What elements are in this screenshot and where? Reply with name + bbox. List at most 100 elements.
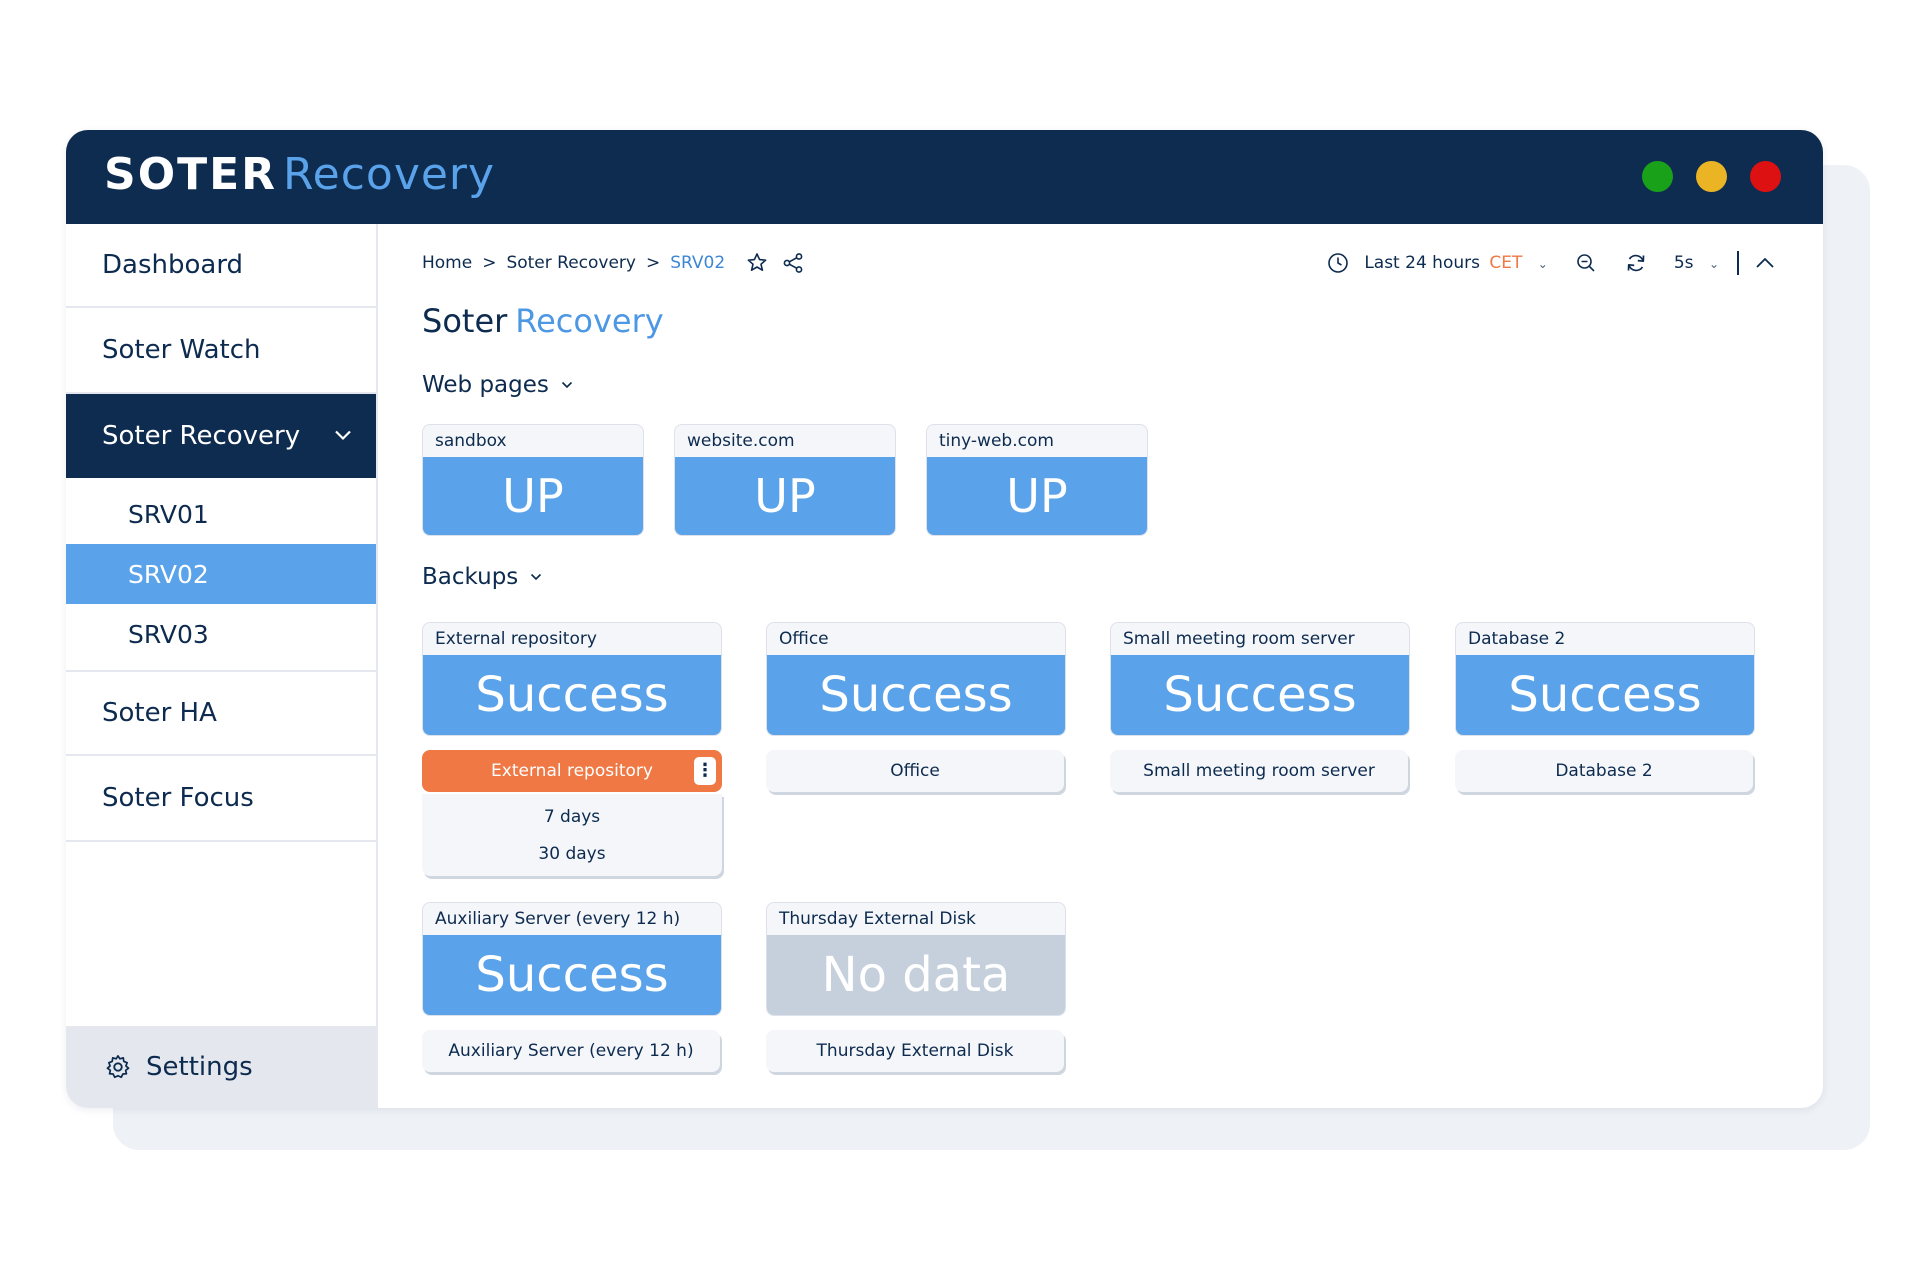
backup-button-office[interactable]: Office: [766, 750, 1064, 792]
sidebar: Dashboard Soter Watch Soter Recovery SRV…: [66, 224, 378, 1108]
share-icon[interactable]: [781, 251, 805, 275]
panel-title: Thursday External Disk: [779, 909, 976, 929]
panel-title: External repository: [435, 629, 597, 649]
panel-status: UP: [423, 457, 643, 535]
clock-icon: [1328, 253, 1349, 273]
panel-status: Success: [767, 655, 1065, 735]
time-range-label: Last 24 hours: [1364, 253, 1480, 273]
breadcrumb-soter-recovery[interactable]: Soter Recovery: [506, 253, 636, 273]
sidebar-item-dashboard[interactable]: Dashboard: [66, 224, 376, 308]
kebab-menu-icon[interactable]: ⋮: [694, 757, 716, 785]
web-panel-tiny-web[interactable]: tiny-web.com UP: [926, 424, 1148, 536]
breadcrumb-separator: >: [646, 253, 661, 273]
backup-button-label: Auxiliary Server (every 12 h): [448, 1041, 694, 1061]
sidebar-subitem-label: SRV02: [128, 559, 209, 589]
refresh-interval-label: 5s: [1673, 253, 1694, 273]
chevron-down-icon: ⌄: [1537, 257, 1548, 271]
brand-logo: SOTER Recovery: [104, 146, 495, 204]
chevron-down-icon: [561, 378, 573, 393]
panel-status: Success: [1111, 655, 1409, 735]
sidebar-subitem-label: SRV01: [128, 499, 209, 529]
panel-status: Success: [423, 655, 721, 735]
backup-panel-database-2[interactable]: Database 2 Success: [1455, 622, 1755, 736]
sidebar-item-label: Soter Watch: [102, 335, 261, 365]
section-backups[interactable]: Backups: [422, 564, 542, 590]
panel-status: Success: [1456, 655, 1754, 735]
toolbar-divider: [1737, 251, 1739, 275]
sidebar-item-soter-recovery[interactable]: Soter Recovery: [66, 394, 376, 478]
sidebar-item-soter-watch[interactable]: Soter Watch: [66, 308, 376, 394]
app-header: SOTER Recovery: [66, 130, 1823, 224]
panel-status: UP: [927, 457, 1147, 535]
brand-strong: SOTER: [104, 149, 278, 200]
settings-label: Settings: [146, 1052, 253, 1082]
panel-status: No data: [767, 935, 1065, 1015]
retention-dropdown: 7 days 30 days: [422, 794, 722, 876]
sidebar-subitem-srv02[interactable]: SRV02: [66, 544, 376, 604]
chevron-down-icon: [530, 570, 542, 585]
dropdown-option-30-days[interactable]: 30 days: [422, 835, 722, 872]
panel-title: website.com: [687, 431, 795, 451]
page-title-main: Soter: [422, 302, 508, 340]
panel-title: sandbox: [435, 431, 507, 451]
main-content: Home > Soter Recovery > SRV02 Last 24 ho…: [378, 224, 1823, 1108]
sidebar-subitem-srv01[interactable]: SRV01: [66, 484, 376, 544]
sidebar-item-label: Dashboard: [102, 250, 244, 280]
red-dot[interactable]: [1750, 161, 1781, 192]
backup-panel-thursday-external-disk[interactable]: Thursday External Disk No data: [766, 902, 1066, 1016]
backup-button-label: External repository: [491, 761, 653, 781]
sidebar-item-label: Soter HA: [102, 698, 217, 728]
backup-button-label: Small meeting room server: [1143, 761, 1375, 781]
backup-button-auxiliary-server[interactable]: Auxiliary Server (every 12 h): [422, 1030, 720, 1072]
breadcrumb-current: SRV02: [670, 253, 726, 273]
yellow-dot[interactable]: [1696, 161, 1727, 192]
sidebar-item-label: Soter Focus: [102, 783, 254, 813]
chevron-down-icon: ⌄: [1708, 257, 1719, 271]
gear-icon: [106, 1055, 130, 1079]
sidebar-subitem-label: SRV03: [128, 619, 209, 649]
chevron-down-icon: [334, 426, 352, 447]
section-title-label: Backups: [422, 564, 519, 590]
web-panel-sandbox[interactable]: sandbox UP: [422, 424, 644, 536]
backup-panel-external-repository[interactable]: External repository Success: [422, 622, 722, 736]
page-title: Soter Recovery: [422, 300, 664, 342]
backup-panel-office[interactable]: Office Success: [766, 622, 1066, 736]
panel-status: Success: [423, 935, 721, 1015]
toolbar: Last 24 hours CET ⌄ 5s ⌄: [1326, 248, 1777, 278]
backup-button-thursday-external-disk[interactable]: Thursday External Disk: [766, 1030, 1064, 1072]
panel-title: Office: [779, 629, 829, 649]
sidebar-item-label: Soter Recovery: [102, 421, 301, 451]
backup-panel-small-meeting-room[interactable]: Small meeting room server Success: [1110, 622, 1410, 736]
dropdown-option-7-days[interactable]: 7 days: [422, 798, 722, 835]
panel-status: UP: [675, 457, 895, 535]
section-title-label: Web pages: [422, 372, 549, 398]
backup-button-external-repository[interactable]: External repository ⋮: [422, 750, 722, 792]
panel-title: tiny-web.com: [939, 431, 1054, 451]
panel-title: Auxiliary Server (every 12 h): [435, 909, 681, 929]
settings-button[interactable]: Settings: [66, 1026, 376, 1108]
panel-title: Database 2: [1468, 629, 1566, 649]
web-panel-website[interactable]: website.com UP: [674, 424, 896, 536]
backup-button-database-2[interactable]: Database 2: [1455, 750, 1753, 792]
star-icon[interactable]: [745, 251, 769, 275]
time-range-picker[interactable]: Last 24 hours CET ⌄: [1364, 253, 1548, 273]
chevron-up-icon[interactable]: [1753, 251, 1777, 275]
refresh-interval-picker[interactable]: 5s ⌄: [1674, 253, 1719, 273]
app-window: SOTER Recovery Dashboard Soter Watch Sote…: [66, 130, 1823, 1108]
backup-button-label: Office: [890, 761, 940, 781]
breadcrumb-home[interactable]: Home: [422, 253, 472, 273]
sidebar-subitem-srv03[interactable]: SRV03: [66, 604, 376, 664]
backup-panel-auxiliary-server[interactable]: Auxiliary Server (every 12 h) Success: [422, 902, 722, 1016]
backup-button-label: Thursday External Disk: [816, 1041, 1014, 1061]
zoom-out-icon[interactable]: [1574, 251, 1598, 275]
green-dot[interactable]: [1642, 161, 1673, 192]
section-web-pages[interactable]: Web pages: [422, 372, 573, 398]
sidebar-item-soter-focus[interactable]: Soter Focus: [66, 756, 376, 842]
backup-button-label: Database 2: [1555, 761, 1653, 781]
panel-title: Small meeting room server: [1123, 629, 1355, 649]
backup-button-small-meeting-room[interactable]: Small meeting room server: [1110, 750, 1408, 792]
page-title-accent: Recovery: [515, 302, 664, 340]
brand-light: Recovery: [283, 149, 496, 200]
sidebar-item-soter-ha[interactable]: Soter HA: [66, 672, 376, 756]
refresh-icon[interactable]: [1624, 251, 1648, 275]
